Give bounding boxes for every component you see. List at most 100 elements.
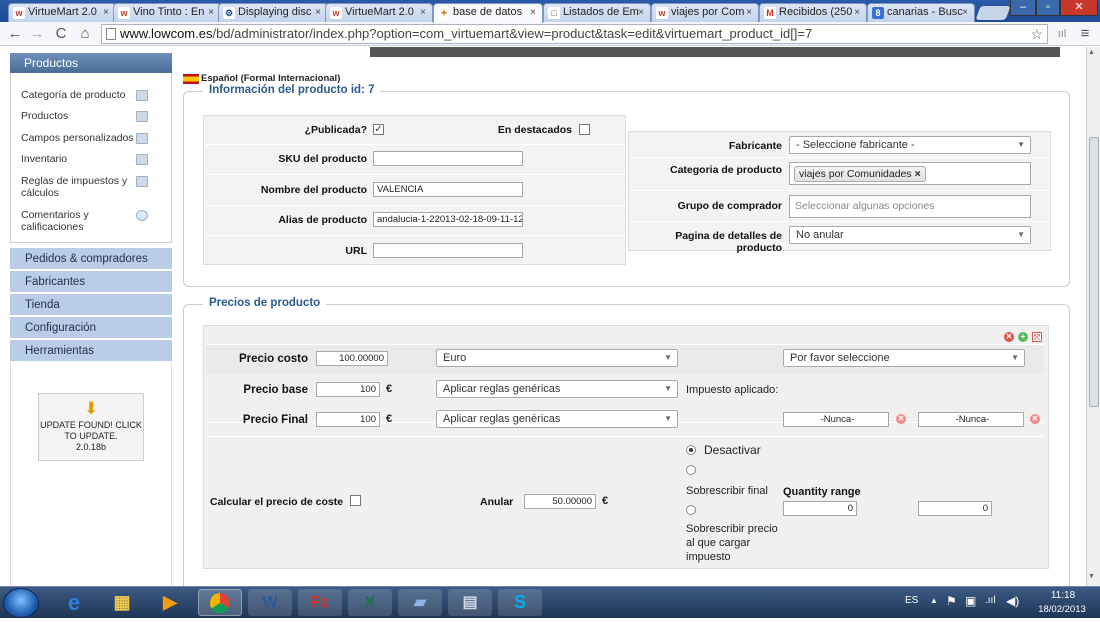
tab-close-icon[interactable]: × bbox=[962, 4, 968, 21]
tab-close-icon[interactable]: × bbox=[746, 4, 752, 21]
skype-icon[interactable]: S bbox=[498, 589, 542, 616]
bookmark-star-icon[interactable]: ☆ bbox=[1030, 25, 1043, 43]
tab-close-icon[interactable]: × bbox=[208, 4, 214, 21]
maximize-button[interactable]: ▫ bbox=[1036, 0, 1060, 16]
featured-checkbox[interactable] bbox=[579, 124, 590, 135]
browser-tab[interactable]: ⚙ Displaying disc × bbox=[218, 3, 328, 22]
override-final-radio[interactable] bbox=[686, 465, 696, 475]
tab-close-icon[interactable]: × bbox=[530, 4, 536, 21]
disable-radio[interactable] bbox=[686, 445, 696, 455]
signal-icon[interactable]: .ııl bbox=[985, 595, 996, 606]
language-indicator[interactable]: ES bbox=[905, 595, 918, 606]
explorer-folder-icon[interactable]: ▦ bbox=[100, 589, 144, 616]
tab-close-icon[interactable]: × bbox=[854, 4, 860, 21]
extension-icon[interactable]: ııl bbox=[1053, 25, 1071, 43]
browser-tab-active[interactable]: ✦ base de datos × bbox=[433, 3, 543, 23]
sku-input[interactable] bbox=[373, 151, 523, 166]
app-window-icon[interactable]: ▤ bbox=[448, 589, 492, 616]
clock-time[interactable]: 11:18 bbox=[1042, 590, 1084, 601]
browser-tab[interactable]: w VirtueMart 2.0 × bbox=[8, 3, 116, 22]
details-page-select[interactable]: No anular ▼ bbox=[789, 226, 1031, 244]
tray-arrow-icon[interactable]: ▲ bbox=[930, 596, 938, 605]
sidebar-section-herramientas[interactable]: Herramientas bbox=[10, 340, 172, 362]
quantity-start-input[interactable]: 0 bbox=[783, 501, 857, 516]
browser-tab[interactable]: 8 canarias - Busc × bbox=[867, 3, 975, 22]
clear-date-icon[interactable]: ✕ bbox=[896, 414, 906, 424]
sidebar-section-tienda[interactable]: Tienda bbox=[10, 294, 172, 316]
sidebar-item-reglas[interactable]: Reglas de impuestos y cálculos bbox=[21, 175, 131, 199]
browser-tab[interactable]: w Vino Tinto : En × bbox=[113, 3, 221, 22]
media-player-icon[interactable]: ▶ bbox=[148, 589, 192, 616]
update-notice[interactable]: ⬇ UPDATE FOUND! CLICK TO UPDATE. 2.0.18b bbox=[38, 393, 144, 461]
sidebar-section-pedidos[interactable]: Pedidos & compradores bbox=[10, 248, 172, 270]
tab-label: VirtueMart 2.0 bbox=[28, 6, 97, 18]
reload-icon[interactable]: C bbox=[52, 25, 70, 43]
sidebar-section-configuracion[interactable]: Configuración bbox=[10, 317, 172, 339]
sidebar-item-categoria[interactable]: Categoría de producto bbox=[21, 89, 126, 101]
cancel-input[interactable]: 50.00000 bbox=[524, 494, 596, 509]
volume-icon[interactable]: ◀) bbox=[1006, 594, 1019, 608]
cost-input[interactable]: 100.00000 bbox=[316, 351, 388, 366]
forward-icon[interactable]: → bbox=[28, 25, 46, 43]
sidebar-section-fabricantes[interactable]: Fabricantes bbox=[10, 271, 172, 293]
browser-tab[interactable]: w viajes por Com × bbox=[651, 3, 759, 22]
quantity-end-input[interactable]: 0 bbox=[918, 501, 992, 516]
minimize-button[interactable]: – bbox=[1010, 0, 1036, 16]
url-input[interactable] bbox=[373, 243, 523, 258]
date-from-input[interactable]: -Nunca- bbox=[783, 412, 889, 427]
menu-icon[interactable]: ≡ bbox=[1076, 25, 1094, 43]
date-to-input[interactable]: -Nunca- bbox=[918, 412, 1024, 427]
sidebar-item-productos[interactable]: Productos bbox=[21, 110, 68, 122]
shopper-group-input[interactable]: Seleccionar algunas opciones bbox=[789, 195, 1031, 218]
sidebar-item-inventario[interactable]: Inventario bbox=[21, 153, 67, 165]
sidebar-item-comentarios[interactable]: Comentarios y calificaciones bbox=[21, 209, 121, 233]
remove-price-icon[interactable]: ✕ bbox=[1004, 332, 1014, 342]
home-icon[interactable]: ⌂ bbox=[76, 25, 94, 43]
tab-close-icon[interactable]: × bbox=[103, 4, 109, 21]
shopper-select[interactable]: Por favor seleccione ▼ bbox=[783, 349, 1025, 367]
chip-remove-icon[interactable]: × bbox=[915, 168, 921, 180]
sidebar-item-campos[interactable]: Campos personalizados bbox=[21, 132, 134, 144]
scroll-down-icon[interactable]: ▼ bbox=[1088, 573, 1095, 580]
back-icon[interactable]: ← bbox=[6, 25, 24, 43]
word-icon[interactable]: W bbox=[248, 589, 292, 616]
calc-cost-checkbox[interactable] bbox=[350, 495, 361, 506]
network-icon[interactable]: ▣ bbox=[965, 594, 976, 608]
tax-applied-label: Impuesto aplicado: bbox=[686, 384, 779, 396]
clock-date[interactable]: 18/02/2013 bbox=[1032, 604, 1092, 615]
excel-icon[interactable]: X bbox=[348, 589, 392, 616]
browser-tab[interactable]: M Recibidos (250 × bbox=[759, 3, 867, 22]
category-multiselect[interactable]: viajes por Comunidades × bbox=[789, 162, 1031, 185]
start-button-icon[interactable] bbox=[3, 588, 39, 618]
add-price-icon[interactable]: + bbox=[1018, 332, 1028, 342]
browser-tab[interactable]: □ Listados de Em × bbox=[543, 3, 651, 22]
manufacturer-select[interactable]: - Seleccione fabricante - ▼ bbox=[789, 136, 1031, 154]
close-window-button[interactable]: ✕ bbox=[1060, 0, 1098, 16]
ie-icon[interactable]: e bbox=[52, 589, 96, 616]
final-rule-select[interactable]: Aplicar reglas genéricas ▼ bbox=[436, 410, 678, 428]
browser-tab[interactable]: w VirtueMart 2.0 × bbox=[325, 3, 433, 22]
product-name-input[interactable]: VALENCIA bbox=[373, 182, 523, 197]
move-price-icon[interactable]: ⤧ bbox=[1032, 332, 1042, 342]
override-tax-radio[interactable] bbox=[686, 505, 696, 515]
flag-icon[interactable]: ⚑ bbox=[946, 594, 957, 608]
new-tab-button[interactable] bbox=[975, 6, 1011, 20]
currency-select[interactable]: Euro ▼ bbox=[436, 349, 678, 367]
sidebar-header-productos[interactable]: Productos bbox=[10, 53, 172, 73]
base-price-input[interactable]: 100 bbox=[316, 382, 380, 397]
base-rule-select[interactable]: Aplicar reglas genéricas ▼ bbox=[436, 380, 678, 398]
scroll-thumb[interactable] bbox=[1089, 137, 1099, 407]
page-scrollbar[interactable]: ▲ ▼ bbox=[1086, 47, 1100, 586]
tab-close-icon[interactable]: × bbox=[315, 4, 321, 21]
notes-icon[interactable]: ▰ bbox=[398, 589, 442, 616]
chrome-icon[interactable] bbox=[198, 589, 242, 616]
published-checkbox[interactable]: ✓ bbox=[373, 124, 384, 135]
final-price-input[interactable]: 100 bbox=[316, 412, 380, 427]
filezilla-icon[interactable]: Fz bbox=[298, 589, 342, 616]
tab-close-icon[interactable]: × bbox=[420, 4, 426, 21]
scroll-up-icon[interactable]: ▲ bbox=[1088, 49, 1095, 56]
address-bar[interactable]: www.lowcom.es/bd/administrator/index.php… bbox=[101, 24, 1048, 44]
clear-date-icon[interactable]: ✕ bbox=[1030, 414, 1040, 424]
alias-input[interactable]: andalucia-1-22013-02-18-09-11-12 bbox=[373, 212, 523, 227]
tab-close-icon[interactable]: × bbox=[638, 4, 644, 21]
